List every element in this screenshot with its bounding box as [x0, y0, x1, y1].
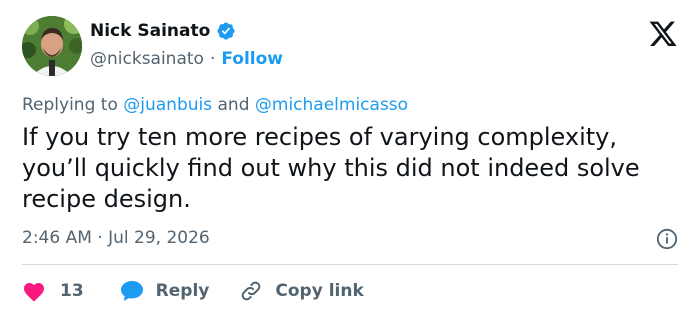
author-name-row: Nick Sainato	[90, 21, 236, 41]
mention-link[interactable]: @michaelmicasso	[255, 95, 408, 115]
avatar[interactable]	[22, 16, 82, 76]
info-icon[interactable]	[656, 228, 678, 250]
author-handle-row: @nicksainato · Follow	[90, 49, 283, 69]
divider	[22, 264, 678, 265]
copy-link-button[interactable]: Copy link	[239, 279, 364, 303]
reply-context-conjunction: and	[217, 95, 250, 115]
reply-button[interactable]: Reply	[120, 280, 210, 302]
action-bar: 13 Reply Copy link	[22, 277, 364, 305]
follow-button[interactable]: Follow	[221, 49, 283, 69]
avatar-image	[22, 16, 82, 76]
reply-context: Replying to @juanbuis and @michaelmicass…	[22, 95, 408, 115]
like-button[interactable]: 13	[22, 280, 84, 302]
separator-dot: ·	[209, 49, 216, 69]
link-icon	[242, 281, 261, 301]
x-logo-icon[interactable]	[648, 21, 678, 49]
reply-context-prefix: Replying to	[22, 95, 118, 115]
speech-bubble-icon	[120, 281, 143, 301]
like-count: 13	[60, 281, 84, 301]
mention-link[interactable]: @juanbuis	[123, 95, 212, 115]
author-name[interactable]: Nick Sainato	[90, 21, 210, 41]
author-handle[interactable]: @nicksainato	[90, 49, 204, 69]
tweet-timestamp[interactable]: 2:46 AM · Jul 29, 2026	[22, 228, 210, 248]
verified-badge-icon	[217, 22, 235, 40]
reply-label: Reply	[155, 281, 210, 301]
heart-icon	[24, 283, 44, 302]
tweet-text: If you try ten more recipes of varying c…	[22, 123, 640, 213]
copy-link-label: Copy link	[275, 281, 364, 301]
